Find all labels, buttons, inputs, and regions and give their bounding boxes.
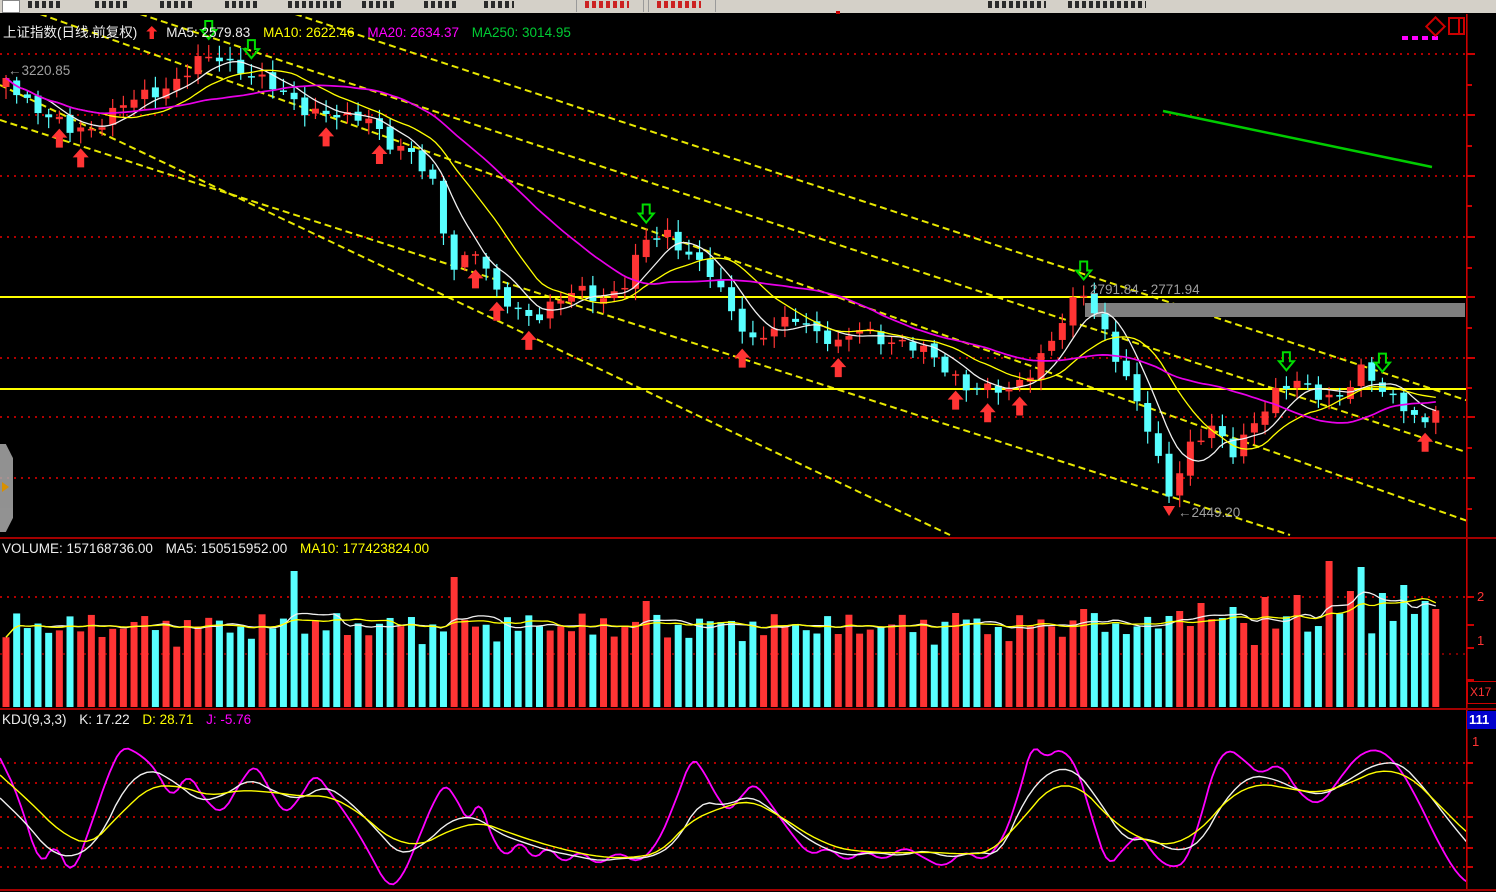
main-pane-legend: 上证指数(日线.前复权) MA5: 2579.83 MA10: 2622.46 M… [3,21,580,41]
window-bottom-border [0,889,1496,891]
kdj-pane-legend: KDJ(9,3,3) K: 17.22 D: 28.71 J: -5.76 [2,712,260,727]
kdj-chart-canvas[interactable] [0,711,1466,889]
menu-button-cell[interactable] [576,0,644,12]
pane-separator[interactable] [0,708,1496,710]
red-menu-item[interactable] [585,1,629,8]
up-arrow-icon [146,26,157,39]
volume-ma5-value: MA5: 150515952.00 [166,541,288,556]
menu-item[interactable] [288,1,344,8]
menu-item[interactable] [225,1,259,8]
ma10-value: MA10: 2622.46 [263,25,355,40]
volume-ma10-value: MA10: 177423824.00 [300,541,429,556]
volume-pane-legend: VOLUME: 157168736.00 MA5: 150515952.00 M… [2,541,438,556]
window-split-icon[interactable] [1448,17,1465,35]
volume-scale-badge[interactable]: X17 [1467,681,1496,704]
pane-separator[interactable] [0,537,1496,539]
expand-arrow-icon [2,482,9,492]
right-price-axis[interactable] [1466,0,1496,892]
high-price-annotation: ←3220.85 [8,63,70,78]
side-panel-flyout-handle[interactable] [0,444,13,532]
menu-button-cell[interactable] [648,0,716,12]
kdj-value-badge: 111 [1467,711,1496,729]
low-price-annotation: ←2449.20 [1178,505,1240,520]
kdj-k-value: K: 17.22 [79,712,129,727]
volume-axis-label: 2 [1477,589,1484,604]
volume-value: VOLUME: 157168736.00 [2,541,153,556]
menu-item[interactable] [988,1,1046,8]
kdj-axis-label: 1 [1472,734,1479,749]
ma5-value: MA5: 2579.83 [166,25,250,40]
app-logo[interactable] [2,0,20,13]
ma250-value: MA250: 3014.95 [472,25,571,40]
top-menu-bar [0,0,1496,15]
menu-item[interactable] [28,1,62,8]
menu-item[interactable] [362,1,396,8]
gap-annotation: 2791.84 - 2771.94 [1090,282,1200,297]
red-menu-item[interactable] [657,1,701,8]
menu-item[interactable] [424,1,458,8]
toolbar-red-tick [836,11,840,14]
menu-item[interactable] [160,1,194,8]
menu-item[interactable] [484,1,514,8]
kdj-title[interactable]: KDJ(9,3,3) [2,712,67,727]
volume-axis-label: 1 [1477,633,1484,648]
menu-item[interactable] [95,1,129,8]
kdj-j-value: J: -5.76 [206,712,251,727]
menu-item[interactable] [1068,1,1146,8]
ma20-value: MA20: 2634.37 [367,25,459,40]
volume-chart-canvas[interactable] [0,540,1466,708]
kdj-d-value: D: 28.71 [142,712,193,727]
candlestick-chart-canvas[interactable] [0,15,1466,537]
symbol-title[interactable]: 上证指数(日线.前复权) [3,25,137,40]
trading-app-window: { "main": { "title": "上证指数(日线.前复权)", "le… [0,0,1496,892]
